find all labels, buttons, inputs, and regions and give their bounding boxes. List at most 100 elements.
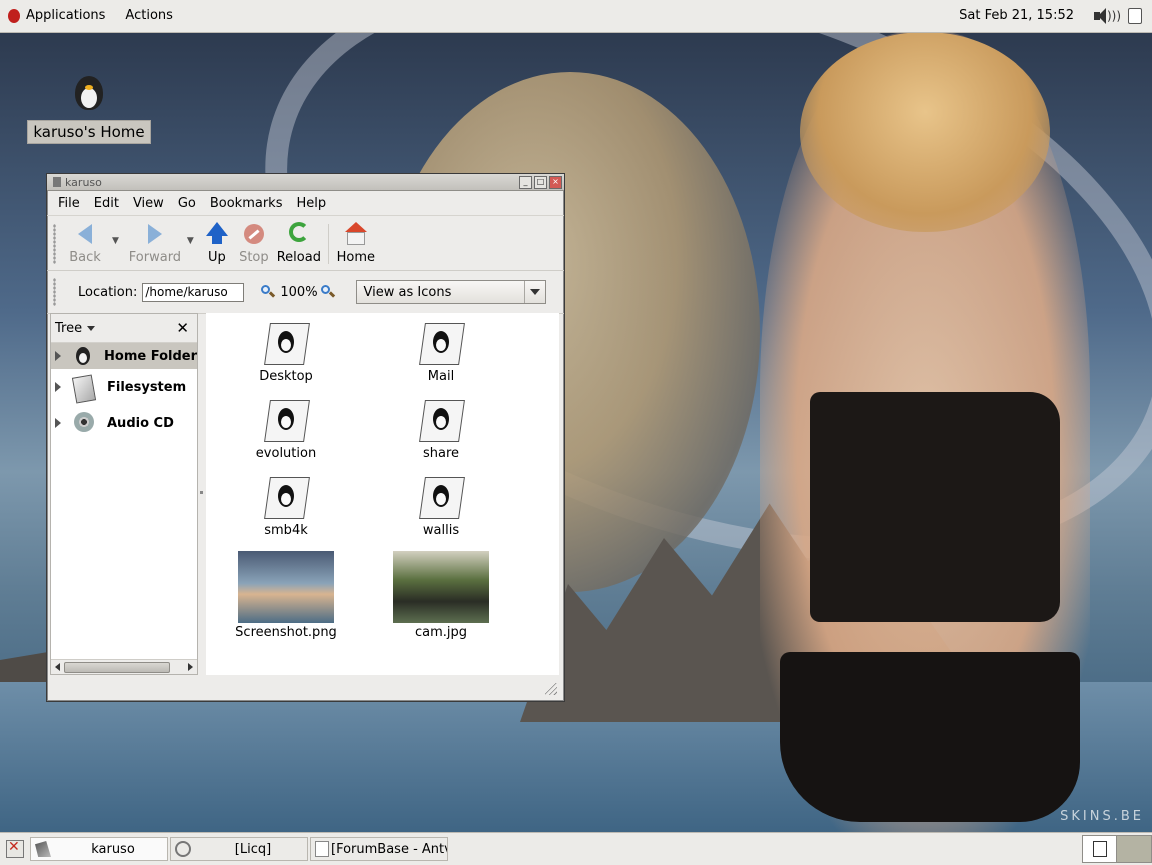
clock[interactable]: Sat Feb 21, 15:52 [949, 0, 1084, 32]
file-name: Desktop [259, 369, 313, 384]
icon-view[interactable]: Desktop Mail evolution share smb4k walli… [206, 313, 559, 675]
tree-item-home-folder[interactable]: Home Folder [51, 343, 197, 369]
menu-edit[interactable]: Edit [87, 196, 126, 211]
file-item[interactable]: evolution [226, 398, 346, 461]
maximize-button[interactable]: □ [534, 175, 547, 189]
task-label: karuso [91, 841, 135, 857]
forward-button[interactable]: Forward [125, 216, 185, 265]
up-label: Up [207, 250, 226, 265]
actions-menu[interactable]: Actions [115, 0, 183, 32]
home-label: Home [336, 250, 376, 265]
toolbar-grip[interactable] [53, 224, 56, 264]
back-button[interactable]: Back [60, 216, 110, 265]
window-title: karuso [65, 175, 102, 189]
tux-icon [73, 345, 92, 367]
back-history-dropdown[interactable]: ▼ [112, 236, 119, 246]
tree-item-filesystem[interactable]: Filesystem [51, 369, 197, 405]
nautilus-icon [35, 841, 51, 857]
home-icon [344, 222, 368, 246]
image-thumbnail [238, 551, 334, 623]
location-input[interactable] [142, 282, 245, 302]
sidebar-close-icon[interactable]: ✕ [176, 319, 189, 337]
scrollbar-thumb[interactable] [64, 661, 170, 673]
task-licq[interactable]: [Licq] [170, 837, 308, 861]
licq-icon [175, 841, 191, 857]
file-item[interactable]: Mail [381, 321, 501, 384]
tux-icon [75, 76, 103, 110]
gnome-foot-icon[interactable] [6, 7, 22, 25]
statusbar [50, 677, 559, 697]
zoom-level[interactable]: 100% [280, 285, 317, 300]
pane-splitter[interactable] [198, 313, 206, 675]
image-thumbnail [393, 551, 489, 623]
file-item[interactable]: smb4k [226, 475, 346, 538]
location-bar: Location: 100% View as Icons [47, 271, 564, 314]
scroll-right-icon[interactable] [188, 663, 193, 671]
top-panel: Applications Actions Sat Feb 21, 15:52 )… [0, 0, 1152, 33]
forward-arrow-icon [143, 222, 167, 246]
file-item[interactable]: cam.jpg [381, 551, 501, 640]
task-forumbase[interactable]: [ForumBase - Antv [310, 837, 448, 861]
file-name: Mail [427, 369, 455, 384]
file-manager-window: karuso _ □ × File Edit View Go Bookmarks… [46, 173, 565, 702]
stop-label: Stop [239, 250, 269, 265]
menu-bookmarks[interactable]: Bookmarks [203, 196, 290, 211]
home-button[interactable]: Home [333, 216, 379, 265]
window-icon [315, 841, 329, 857]
menu-help[interactable]: Help [289, 196, 333, 211]
file-item[interactable]: Desktop [226, 321, 346, 384]
view-mode-value: View as Icons [363, 284, 452, 300]
zoom-in-icon[interactable] [320, 284, 336, 300]
file-item[interactable]: Screenshot.png [226, 551, 346, 640]
menu-go[interactable]: Go [171, 196, 203, 211]
location-bar-grip[interactable] [53, 278, 56, 306]
close-button[interactable]: × [549, 175, 562, 189]
window-menu-icon[interactable] [53, 177, 61, 187]
tree-item-audio-cd[interactable]: Audio CD [51, 405, 197, 441]
chevron-down-icon[interactable] [87, 325, 96, 331]
task-label: [ForumBase - Antv [331, 841, 447, 857]
view-mode-select[interactable]: View as Icons [355, 280, 546, 304]
sidebar: Tree ✕ Home Folder Filesystem Audio CD [50, 313, 198, 675]
file-item[interactable]: wallis [381, 475, 501, 538]
file-name: evolution [255, 446, 317, 461]
sidebar-horizontal-scrollbar[interactable] [51, 659, 197, 674]
minimize-button[interactable]: _ [519, 175, 532, 189]
show-desktop-icon[interactable] [1128, 8, 1142, 24]
resize-grip[interactable] [545, 683, 557, 695]
file-name: smb4k [264, 523, 308, 538]
reload-button[interactable]: Reload [274, 216, 324, 265]
cd-icon [73, 412, 95, 434]
up-arrow-icon [205, 222, 229, 246]
workspace-2[interactable] [1117, 836, 1151, 862]
scroll-left-icon[interactable] [55, 663, 60, 671]
task-karuso[interactable]: karuso [30, 837, 168, 861]
expander-icon[interactable] [55, 418, 61, 428]
expander-icon[interactable] [55, 382, 61, 392]
zoom-out-icon[interactable] [260, 284, 276, 300]
window-titlebar[interactable]: karuso _ □ × [47, 174, 564, 191]
workspace-switcher [1082, 835, 1152, 863]
folder-icon [264, 475, 310, 519]
stop-button[interactable]: Stop [234, 216, 274, 265]
file-name: wallis [422, 523, 460, 538]
show-desktop-button[interactable] [6, 839, 24, 858]
menu-view[interactable]: View [126, 196, 171, 211]
expander-icon[interactable] [55, 351, 61, 361]
up-button[interactable]: Up [200, 216, 234, 265]
file-item[interactable]: share [381, 398, 501, 461]
sidebar-header: Tree ✕ [51, 314, 197, 343]
reload-icon [287, 222, 311, 246]
wallpaper-watermark: SKINS.BE [1060, 809, 1144, 824]
applications-menu[interactable]: Applications [22, 0, 115, 32]
folder-icon [264, 321, 310, 365]
back-label: Back [69, 250, 101, 265]
sidebar-type-select[interactable]: Tree [51, 321, 82, 336]
workspace-1[interactable] [1083, 836, 1117, 862]
desktop-home-icon[interactable]: karuso's Home [26, 76, 152, 144]
menubar: File Edit View Go Bookmarks Help [47, 191, 564, 216]
volume-icon[interactable]: ))) [1092, 5, 1121, 27]
forward-history-dropdown[interactable]: ▼ [187, 236, 194, 246]
menu-file[interactable]: File [51, 196, 87, 211]
reload-label: Reload [276, 250, 321, 265]
